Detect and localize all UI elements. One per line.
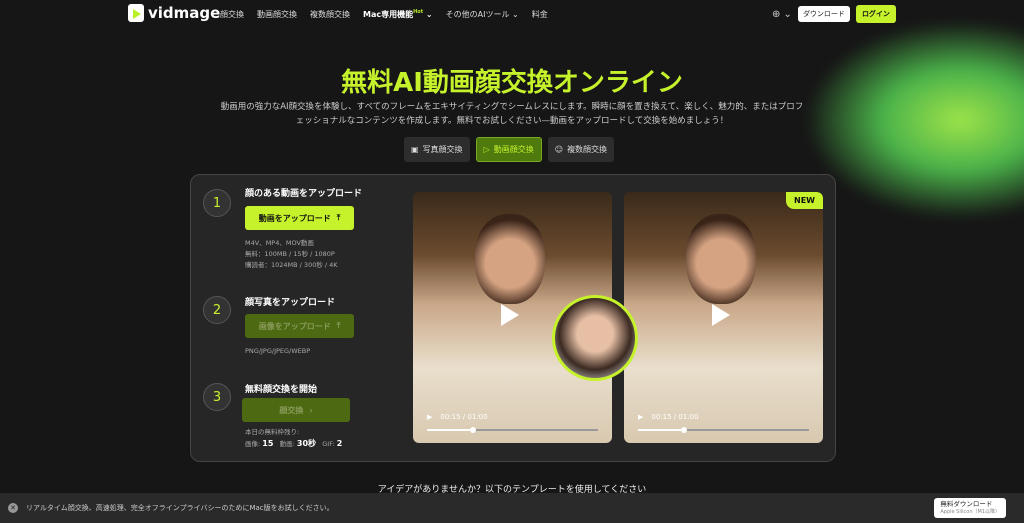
step-1: 1 [203,189,231,217]
login-button[interactable]: ログイン [855,5,896,23]
download-button[interactable]: ダウンロード [797,6,850,22]
hero-description: 動画用の強力なAI顔交換を体験し、すべてのフレームをエキサイティングでシームレス… [220,102,804,126]
video-time: 00:15 / 01:00 [651,413,699,421]
quota-gif-label: GIF: [322,440,335,448]
quota-video: 30秒 [296,439,317,448]
background-glow [804,20,1024,220]
step-number: 1 [203,189,231,217]
nav-video-face-swap[interactable]: 動画顔交換 [257,9,297,20]
nav-pricing[interactable]: 料金 [532,9,548,20]
close-icon[interactable]: ✕ [8,503,18,513]
upload-image-button[interactable]: 画像をアップロード ⤒ [245,314,354,338]
info-line: M4V、MP4、MOV動画 [245,239,314,247]
video-info: M4V、MP4、MOV動画無料：100MB / 15秒 / 1080P 購読者：1… [245,238,338,271]
step-title: 無料顔交換を開始 [245,385,318,395]
logo-icon [128,4,144,22]
step-3: 3 [203,383,231,411]
button-label: 動画をアップロード [258,213,331,223]
source-face-image [552,295,638,381]
language-globe-icon[interactable]: ⊕ ⌄ [772,9,792,20]
hot-badge: Hot [413,9,424,15]
logo[interactable]: vidmage [128,4,220,22]
info-line: PNG/JPG/JPEG/WEBP [245,347,311,355]
button-label: 画像をアップロード [258,321,331,331]
video-progress[interactable] [427,427,598,433]
free-download-button[interactable]: 無料ダウンロード Apple Silicon（M1以降） [934,498,1006,518]
download-label: 無料ダウンロード [940,500,993,508]
tab-label: 写真顔交換 [422,145,463,154]
chevron-right-icon: › [309,405,313,415]
tab-multi-face-swap[interactable]: ☺ 複数顔交換 [547,137,615,162]
nav-mac[interactable]: Mac専用機能Hot ⌄ [363,9,433,20]
nav-mac-label: Mac専用機能 [363,10,414,19]
video-face [475,214,545,304]
remaining-quota: 本日の無料枠残り: 画像: 15 動画: 30秒 GIF: 2 [245,427,342,450]
nav-other-label: その他のAIツール [445,10,510,19]
play-icon[interactable] [712,304,730,326]
face-swap-panel: 1 顔のある動画をアップロード 動画をアップロード ⤒ M4V、MP4、MOV動画… [190,174,836,462]
quota-image-label: 画像: [245,440,261,448]
quota-video-label: 動画: [279,440,295,448]
play-small-icon[interactable]: ▶ [427,413,432,421]
quota-image: 15 [262,439,274,448]
people-icon: ☺ [554,145,564,154]
download-label: ダウンロード [802,10,845,18]
new-badge: NEW [786,192,823,209]
tab-photo-face-swap[interactable]: ▣ 写真顔交換 [404,137,470,162]
image-info: PNG/JPG/JPEG/WEBP [245,346,310,357]
video-time: 00:15 / 01:00 [440,413,488,421]
upload-icon: ⤒ [336,321,341,330]
mac-promo-bar: ✕ リアルタイム顔交換、高速処理、完全オフラインプライバシーのためにMac版をお… [0,493,1024,523]
top-nav: vidmage 顔交換 動画顔交換 複数顔交換 Mac専用機能Hot ⌄ その他… [0,0,1024,28]
info-line: 無料：100MB / 15秒 / 1080P [245,250,335,258]
promo-text: リアルタイム顔交換、高速処理、完全オフラインプライバシーのためにMac版をお試し… [26,504,334,512]
upload-video-button[interactable]: 動画をアップロード ⤒ [245,206,354,230]
page-title: 無料AI動画顔交換オンライン [341,68,683,98]
download-sub: Apple Silicon（M1以降） [940,509,1000,515]
tab-video-face-swap[interactable]: ▷ 動画顔交換 [475,137,542,162]
swapped-video[interactable]: NEW ▶ 00:15 / 01:00 [624,192,823,443]
nav-other-tools[interactable]: その他のAIツール ⌄ [446,9,519,20]
video-face [686,214,756,304]
image-icon: ▣ [411,145,419,154]
video-progress[interactable] [638,427,809,433]
tab-label: 動画顔交換 [493,145,534,154]
nav-multi-face-swap[interactable]: 複数顔交換 [310,9,350,20]
quota-label: 本日の無料枠残り: [245,428,300,436]
tab-label: 複数顔交換 [567,145,608,154]
play-icon[interactable] [501,304,519,326]
button-label: 顔交換 [279,405,304,415]
play-icon: ▷ [483,145,490,154]
nav-face-swap[interactable]: 顔交換 [220,9,244,20]
logo-text: vidmage [148,4,221,22]
step-title: 顔写真をアップロード [245,298,336,308]
info-line: 購読者：1024MB / 300秒 / 4K [245,261,338,269]
step-number: 3 [203,383,231,411]
play-small-icon[interactable]: ▶ [638,413,643,421]
step-number: 2 [203,296,231,324]
step-title: 顔のある動画をアップロード [245,189,363,199]
step-2: 2 [203,296,231,324]
face-swap-button[interactable]: 顔交換 › [242,398,350,422]
quota-gif: 2 [336,439,343,448]
upload-icon: ⤒ [336,213,341,222]
